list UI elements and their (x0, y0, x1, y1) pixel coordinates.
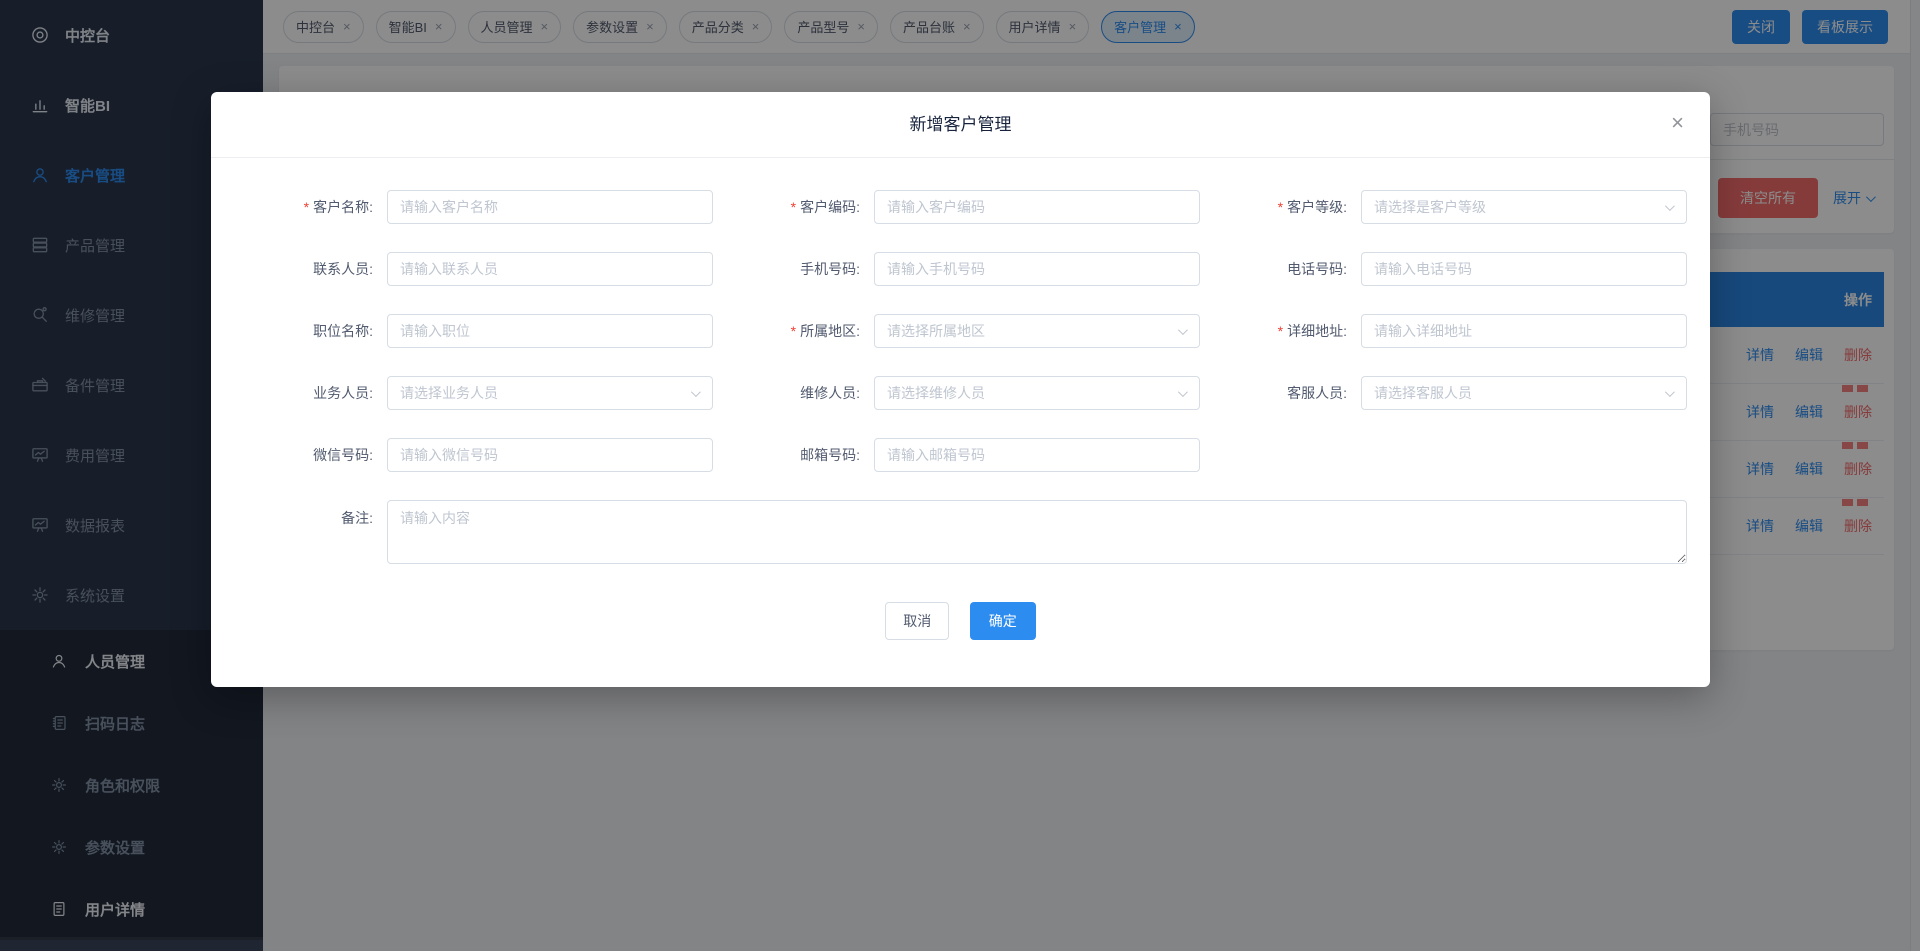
field-label-position: 职位名称: (273, 321, 373, 341)
chevron-down-icon (1178, 325, 1188, 335)
customer-form: *客户名称: *客户编码: *客户等级: 请选择是客户等级联系人员: 手机号码: 电话号码… (273, 190, 1687, 472)
form-field-service-person: 客服人员: 请选择客服人员 (1247, 376, 1687, 410)
select-placeholder: 请选择客服人员 (1374, 383, 1665, 403)
position-input[interactable] (387, 314, 713, 348)
required-asterisk: * (791, 323, 796, 339)
form-field-contact-person: 联系人员: (273, 252, 713, 286)
form-field-region: *所属地区: 请选择所属地区 (760, 314, 1200, 348)
field-label-repair-person: 维修人员: (760, 383, 860, 403)
select-placeholder: 请选择业务人员 (400, 383, 691, 403)
remark-textarea[interactable] (387, 500, 1687, 564)
required-asterisk: * (791, 199, 796, 215)
service-person-select[interactable]: 请选择客服人员 (1361, 376, 1687, 410)
chevron-down-icon (691, 387, 701, 397)
form-field-email: 邮箱号码: (760, 438, 1200, 472)
telephone-input[interactable] (1361, 252, 1687, 286)
modal-body: *客户名称: *客户编码: *客户等级: 请选择是客户等级联系人员: 手机号码: 电话号码… (211, 158, 1710, 564)
modal-footer: 取消 确定 (211, 564, 1710, 640)
close-icon[interactable]: × (1671, 92, 1684, 154)
form-field-mobile: 手机号码: (760, 252, 1200, 286)
sales-person-select[interactable]: 请选择业务人员 (387, 376, 713, 410)
modal-title: 新增客户管理 (211, 92, 1710, 158)
chevron-down-icon (1665, 201, 1675, 211)
required-asterisk: * (304, 199, 309, 215)
confirm-button[interactable]: 确定 (970, 602, 1036, 640)
repair-person-select[interactable]: 请选择维修人员 (874, 376, 1200, 410)
select-placeholder: 请选择是客户等级 (1374, 197, 1665, 217)
select-placeholder: 请选择维修人员 (887, 383, 1178, 403)
cancel-button[interactable]: 取消 (885, 602, 949, 640)
email-input[interactable] (874, 438, 1200, 472)
form-field-position: 职位名称: (273, 314, 713, 348)
form-field-address: *详细地址: (1247, 314, 1687, 348)
form-field-telephone: 电话号码: (1247, 252, 1687, 286)
field-label-customer-name: *客户名称: (273, 197, 373, 217)
field-label-telephone: 电话号码: (1247, 259, 1347, 279)
field-label-email: 邮箱号码: (760, 445, 860, 465)
contact-person-input[interactable] (387, 252, 713, 286)
form-field-wechat: 微信号码: (273, 438, 713, 472)
field-label-contact-person: 联系人员: (273, 259, 373, 279)
field-label-sales-person: 业务人员: (273, 383, 373, 403)
remark-row: 备注: (273, 500, 1687, 564)
form-field-customer-level: *客户等级: 请选择是客户等级 (1247, 190, 1687, 224)
form-field-sales-person: 业务人员: 请选择业务人员 (273, 376, 713, 410)
address-input[interactable] (1361, 314, 1687, 348)
field-label-customer-level: *客户等级: (1247, 197, 1347, 217)
chevron-down-icon (1665, 387, 1675, 397)
add-customer-modal: 新增客户管理 × *客户名称: *客户编码: *客户等级: 请选择是客户等级联系人员:… (211, 92, 1710, 687)
field-label-mobile: 手机号码: (760, 259, 860, 279)
field-label-address: *详细地址: (1247, 321, 1347, 341)
form-field-customer-name: *客户名称: (273, 190, 713, 224)
field-label-region: *所属地区: (760, 321, 860, 341)
required-asterisk: * (1278, 323, 1283, 339)
wechat-input[interactable] (387, 438, 713, 472)
chevron-down-icon (1178, 387, 1188, 397)
modal-header: 新增客户管理 × (211, 92, 1710, 158)
field-label-service-person: 客服人员: (1247, 383, 1347, 403)
field-label-customer-code: *客户编码: (760, 197, 860, 217)
mobile-input[interactable] (874, 252, 1200, 286)
customer-name-input[interactable] (387, 190, 713, 224)
customer-level-select[interactable]: 请选择是客户等级 (1361, 190, 1687, 224)
form-field-customer-code: *客户编码: (760, 190, 1200, 224)
customer-code-input[interactable] (874, 190, 1200, 224)
region-select[interactable]: 请选择所属地区 (874, 314, 1200, 348)
field-label-wechat: 微信号码: (273, 445, 373, 465)
required-asterisk: * (1278, 199, 1283, 215)
form-field-repair-person: 维修人员: 请选择维修人员 (760, 376, 1200, 410)
select-placeholder: 请选择所属地区 (887, 321, 1178, 341)
field-label-remark: 备注: (273, 500, 373, 528)
